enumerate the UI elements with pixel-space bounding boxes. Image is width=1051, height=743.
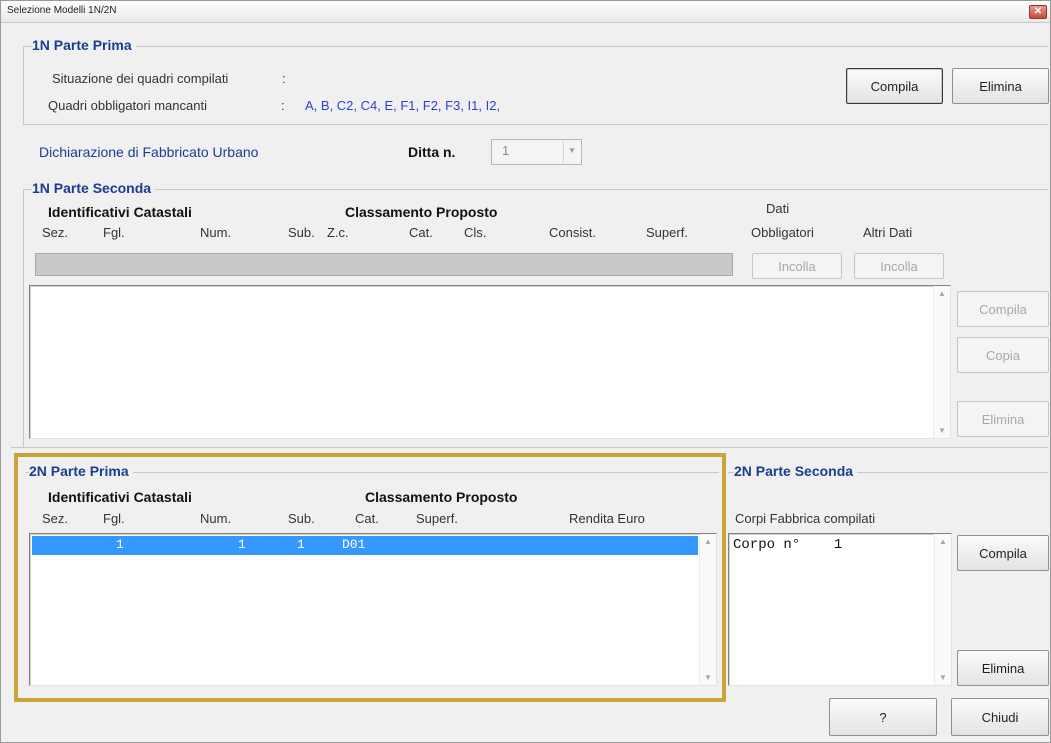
group-border-left <box>23 46 24 124</box>
close-button[interactable]: ✕ <box>1029 5 1047 19</box>
corpi-list-scrollbar[interactable]: ▲ ▼ <box>934 534 951 685</box>
list-1n-seconda[interactable]: ▲ ▼ <box>29 285 951 439</box>
altri-dati-header: Altri Dati <box>863 225 913 240</box>
mancanti-label: Quadri obbligatori mancanti <box>48 98 207 113</box>
window-title: Selezione Modelli 1N/2N <box>7 5 117 16</box>
col-consist: Consist. <box>549 225 596 240</box>
compila-1n-seconda-button[interactable]: Compila <box>957 291 1049 327</box>
chiudi-button[interactable]: Chiudi <box>951 698 1049 736</box>
group-border-bottom <box>23 124 1048 125</box>
elimina-2n-seconda-button[interactable]: Elimina <box>957 650 1049 686</box>
group-border-1n-seconda <box>23 189 1048 190</box>
section-title-1n-seconda: 1N Parte Seconda <box>32 180 156 196</box>
col-fgl: Fgl. <box>103 225 125 240</box>
ditta-label: Ditta n. <box>408 144 456 160</box>
chevron-down-icon[interactable]: ▼ <box>563 141 580 163</box>
list-item[interactable]: Corpo n° 1 <box>733 537 842 553</box>
mancanti-value: A, B, C2, C4, E, F1, F2, F3, I1, I2, <box>305 98 501 113</box>
col-zc: Z.c. <box>327 225 349 240</box>
section-title-1n-prima: 1N Parte Prima <box>32 37 136 53</box>
classamento-header: Classamento Proposto <box>345 204 498 220</box>
incolla-dati-button[interactable]: Incolla <box>752 253 842 279</box>
compila-2n-seconda-button[interactable]: Compila <box>957 535 1049 571</box>
elimina-1n-prima-button[interactable]: Elimina <box>952 68 1049 104</box>
incolla-altri-button[interactable]: Incolla <box>854 253 944 279</box>
ditta-select-value: 1 <box>502 143 510 158</box>
col-sub: Sub. <box>288 225 315 240</box>
dialog-window: Selezione Modelli 1N/2N ✕ 1N Parte Prima… <box>0 0 1051 743</box>
help-button[interactable]: ? <box>829 698 937 736</box>
elimina-1n-seconda-button[interactable]: Elimina <box>957 401 1049 437</box>
scroll-up-icon[interactable]: ▲ <box>939 537 947 546</box>
dichiarazione-label: Dichiarazione di Fabbricato Urbano <box>39 144 259 160</box>
group-border-1n-prima <box>23 46 1048 47</box>
corpi-list[interactable]: Corpo n° 1 ▲ ▼ <box>728 533 952 686</box>
col-sez: Sez. <box>42 225 69 240</box>
selected-row-bar <box>35 253 733 276</box>
scroll-up-icon[interactable]: ▲ <box>938 289 946 298</box>
copia-1n-seconda-button[interactable]: Copia <box>957 337 1049 373</box>
col-superf: Superf. <box>646 225 688 240</box>
situazione-label: Situazione dei quadri compilati <box>52 71 229 86</box>
compila-1n-prima-button[interactable]: Compila <box>846 68 943 104</box>
ditta-select[interactable]: 1 ▼ <box>491 139 582 165</box>
title-bar: Selezione Modelli 1N/2N ✕ <box>1 1 1050 23</box>
group-border-left-2 <box>23 189 24 447</box>
situazione-separator: : <box>282 71 286 86</box>
highlight-frame <box>14 453 726 702</box>
scroll-down-icon[interactable]: ▼ <box>938 426 946 435</box>
mancanti-separator: : <box>281 98 285 113</box>
section-title-2n-seconda: 2N Parte Seconda <box>734 463 858 479</box>
scroll-down-icon[interactable]: ▼ <box>939 673 947 682</box>
list-1n-seconda-scrollbar[interactable]: ▲ ▼ <box>933 286 950 438</box>
dati-header-line2: Obbligatori <box>751 225 814 240</box>
corpi-label: Corpi Fabbrica compilati <box>735 511 876 526</box>
col-cls: Cls. <box>464 225 487 240</box>
identificativi-header: Identificativi Catastali <box>48 204 192 220</box>
col-cat: Cat. <box>409 225 433 240</box>
dati-header-line1: Dati <box>766 201 790 216</box>
group-border-bottom-2 <box>11 447 1048 448</box>
col-num: Num. <box>200 225 232 240</box>
